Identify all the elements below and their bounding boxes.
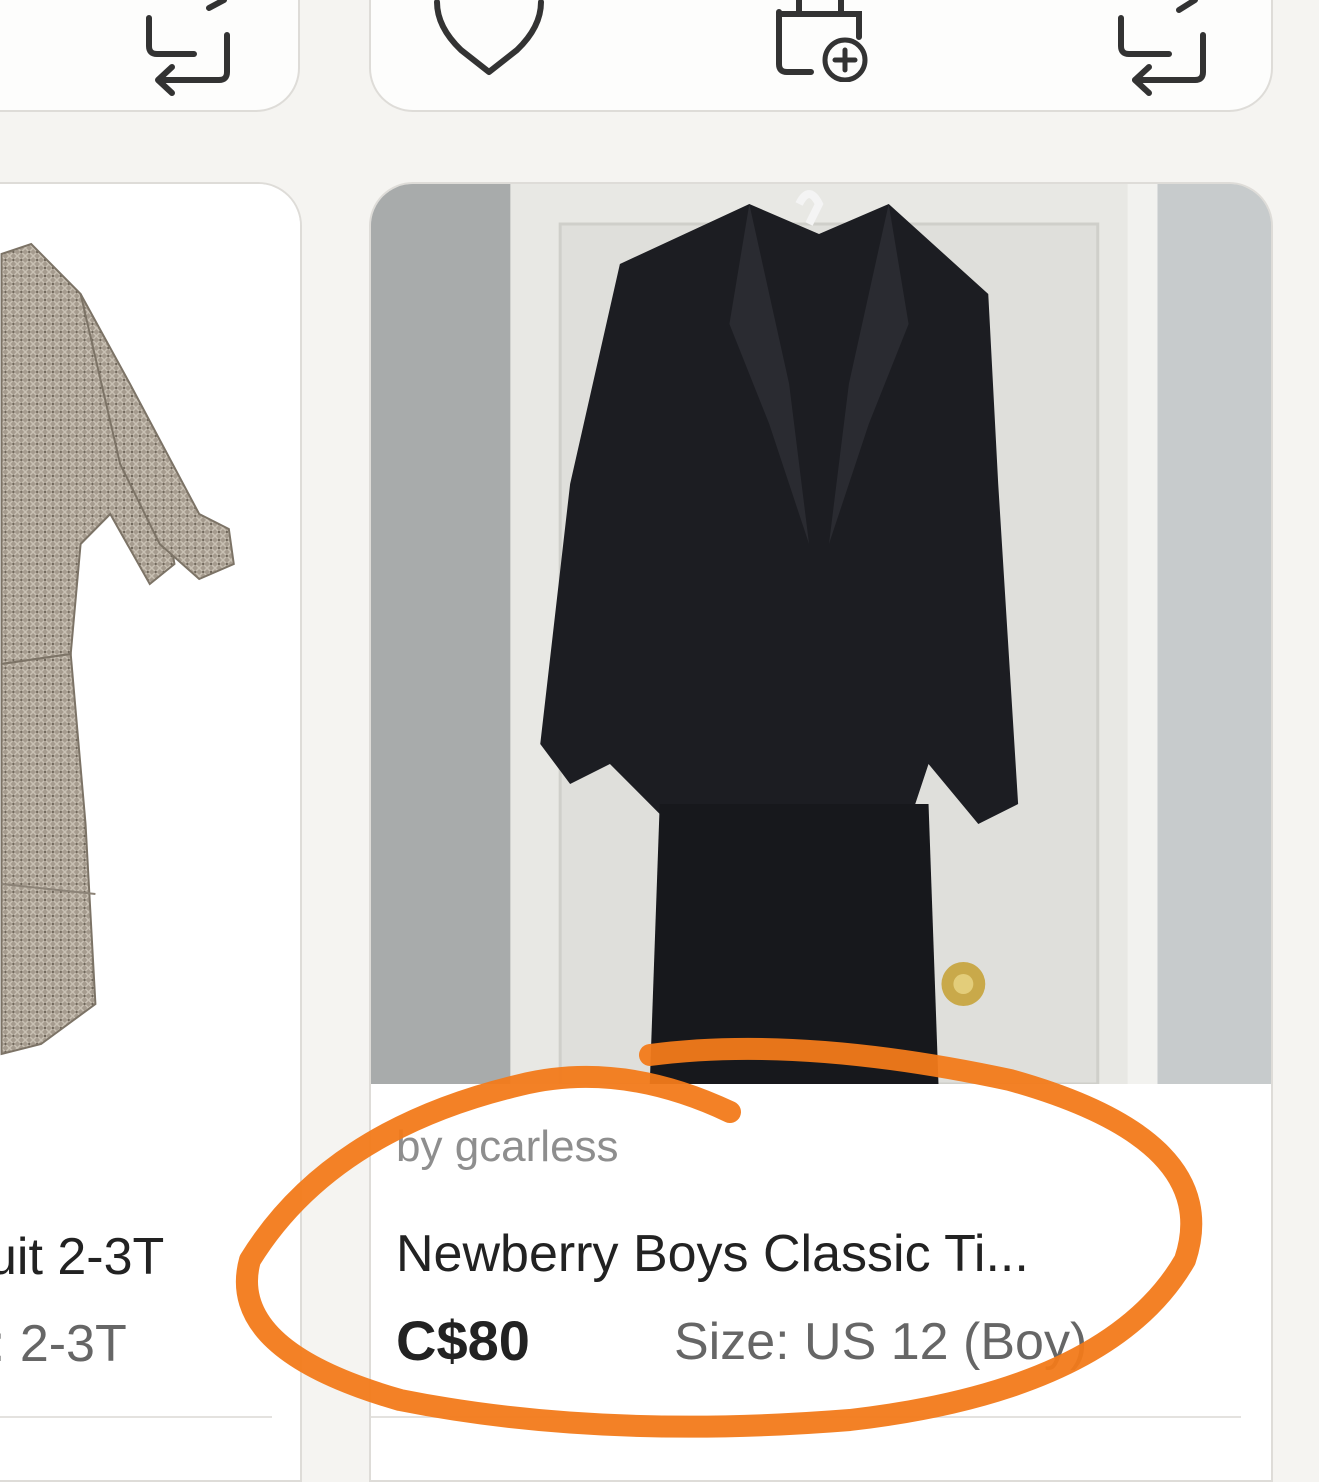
heart-icon[interactable] xyxy=(429,0,549,82)
product-size: e: 2-3T xyxy=(0,1315,127,1373)
calendar-add-icon[interactable] xyxy=(771,0,881,82)
product-size: Size: US 12 (Boy) xyxy=(674,1313,1088,1371)
product-title[interactable]: Newberry Boys Classic Ti... xyxy=(396,1224,1029,1284)
product-price: C$80 xyxy=(396,1309,530,1372)
divider xyxy=(371,1416,1241,1418)
repost-icon[interactable] xyxy=(134,0,244,100)
product-photo-tweed-suit[interactable] xyxy=(0,184,300,1084)
product-photo-black-suit[interactable] xyxy=(371,184,1271,1084)
divider xyxy=(0,1416,272,1418)
seller-username[interactable]: by gcarless xyxy=(396,1122,619,1172)
product-title: suit 2-3T xyxy=(0,1228,165,1286)
product-card-left[interactable]: suit 2-3T e: 2-3T xyxy=(0,182,302,1482)
right-action-bar xyxy=(369,0,1273,112)
product-card-right[interactable]: by gcarless Newberry Boys Classic Ti... … xyxy=(369,182,1273,1482)
left-action-bar xyxy=(0,0,300,112)
repost-icon[interactable] xyxy=(1109,0,1219,100)
